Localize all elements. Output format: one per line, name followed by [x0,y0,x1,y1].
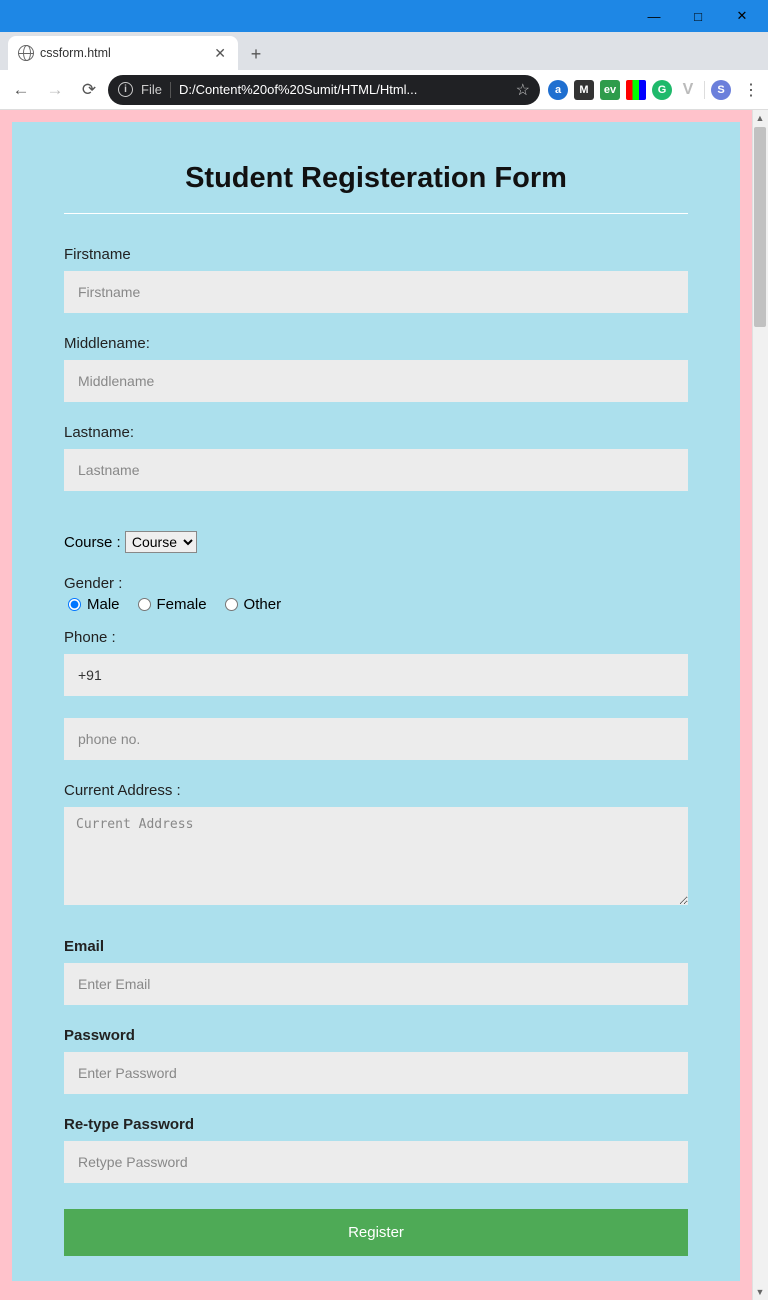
repassword-label: Re-type Password [64,1116,688,1133]
reload-button[interactable]: ⟳ [74,75,104,105]
middlename-label: Middlename: [64,335,688,352]
browser-tab[interactable]: cssform.html ✕ [8,36,238,70]
page-background: Student Registeration Form Firstname Mid… [0,110,752,1300]
email-input[interactable] [64,963,688,1005]
gender-other-label: Other [244,596,282,613]
extension-icon-a[interactable]: a [548,80,568,100]
address-separator [170,82,171,98]
course-row: Course : Course [64,531,688,553]
gender-male-label: Male [87,596,120,613]
globe-icon [18,45,34,61]
address-bar[interactable]: i File D:/Content%20of%20Sumit/HTML/Html… [108,75,540,105]
lastname-label: Lastname: [64,424,688,441]
extension-icon-v[interactable]: V [678,80,698,100]
scroll-up-button[interactable]: ▲ [752,110,768,126]
address-textarea[interactable] [64,807,688,905]
address-path: D:/Content%20of%20Sumit/HTML/Html... [179,82,502,97]
gender-other-radio[interactable] [225,598,238,611]
gender-group: Gender : Male Female Other [64,575,688,613]
registration-form: Student Registeration Form Firstname Mid… [12,122,740,1281]
window-maximize-button[interactable]: □ [676,0,720,32]
new-tab-button[interactable]: + [242,40,270,68]
address-label: Current Address : [64,782,688,799]
course-select[interactable]: Course [125,531,197,553]
register-button[interactable]: Register [64,1209,688,1256]
repassword-input[interactable] [64,1141,688,1183]
extension-divider [704,81,705,99]
browser-menu-button[interactable]: ⋮ [739,80,762,100]
email-label: Email [64,938,688,955]
extension-icon-color[interactable] [626,80,646,100]
scroll-down-button[interactable]: ▼ [752,1284,768,1300]
password-input[interactable] [64,1052,688,1094]
lastname-input[interactable] [64,449,688,491]
firstname-input[interactable] [64,271,688,313]
course-label: Course : [64,534,121,551]
middlename-input[interactable] [64,360,688,402]
scrollbar-track[interactable]: ▲ ▼ [752,110,768,1300]
forward-button[interactable]: → [40,75,70,105]
profile-avatar[interactable]: S [711,80,731,100]
form-title: Student Registeration Form [64,162,688,195]
scrollbar-thumb[interactable] [754,127,766,327]
title-divider [64,213,688,214]
gender-female-radio[interactable] [138,598,151,611]
password-label: Password [64,1027,688,1044]
gender-male-radio[interactable] [68,598,81,611]
back-button[interactable]: ← [6,75,36,105]
extension-icon-ev[interactable]: ev [600,80,620,100]
viewport: ▲ ▼ Student Registeration Form Firstname… [0,110,768,1300]
address-scheme: File [141,82,162,97]
tab-title: cssform.html [40,46,206,60]
firstname-label: Firstname [64,246,688,263]
bookmark-star-icon[interactable]: ☆ [510,80,530,100]
gender-label: Gender : [64,575,688,592]
extension-icon-m[interactable]: M [574,80,594,100]
window-minimize-button[interactable]: ― [632,0,676,32]
extension-icon-g[interactable]: G [652,80,672,100]
phone-label: Phone : [64,629,688,646]
phone-number-input[interactable] [64,718,688,760]
extension-icons: a M ev G V S [544,80,735,100]
window-titlebar: ― □ ✕ [0,0,768,32]
site-info-icon[interactable]: i [118,82,133,97]
gender-female-label: Female [157,596,207,613]
window-close-button[interactable]: ✕ [720,0,764,32]
browser-toolbar: ← → ⟳ i File D:/Content%20of%20Sumit/HTM… [0,70,768,110]
tab-strip: cssform.html ✕ + [0,32,768,70]
phone-prefix-input[interactable] [64,654,688,696]
tab-close-button[interactable]: ✕ [212,45,228,62]
